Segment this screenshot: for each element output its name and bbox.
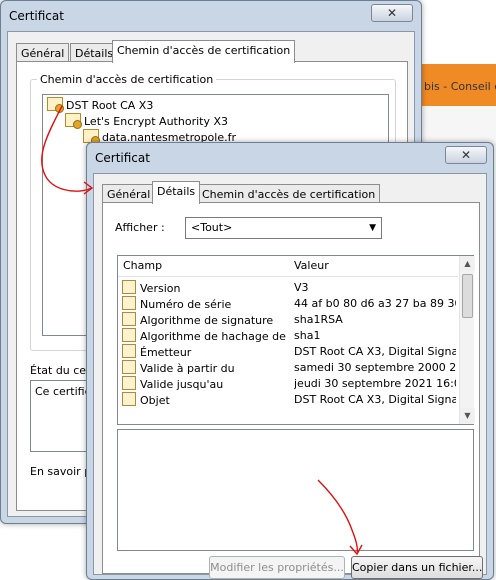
back-tab-certification-path[interactable]: Chemin d'accès de certification <box>112 40 296 63</box>
annotation-arrow-2 <box>317 479 358 553</box>
tab-details[interactable]: Détails <box>152 181 201 204</box>
annotation-arrow-1 <box>41 105 93 192</box>
red-annotations <box>41 105 363 556</box>
annotation-arrowhead-2 <box>349 544 363 556</box>
